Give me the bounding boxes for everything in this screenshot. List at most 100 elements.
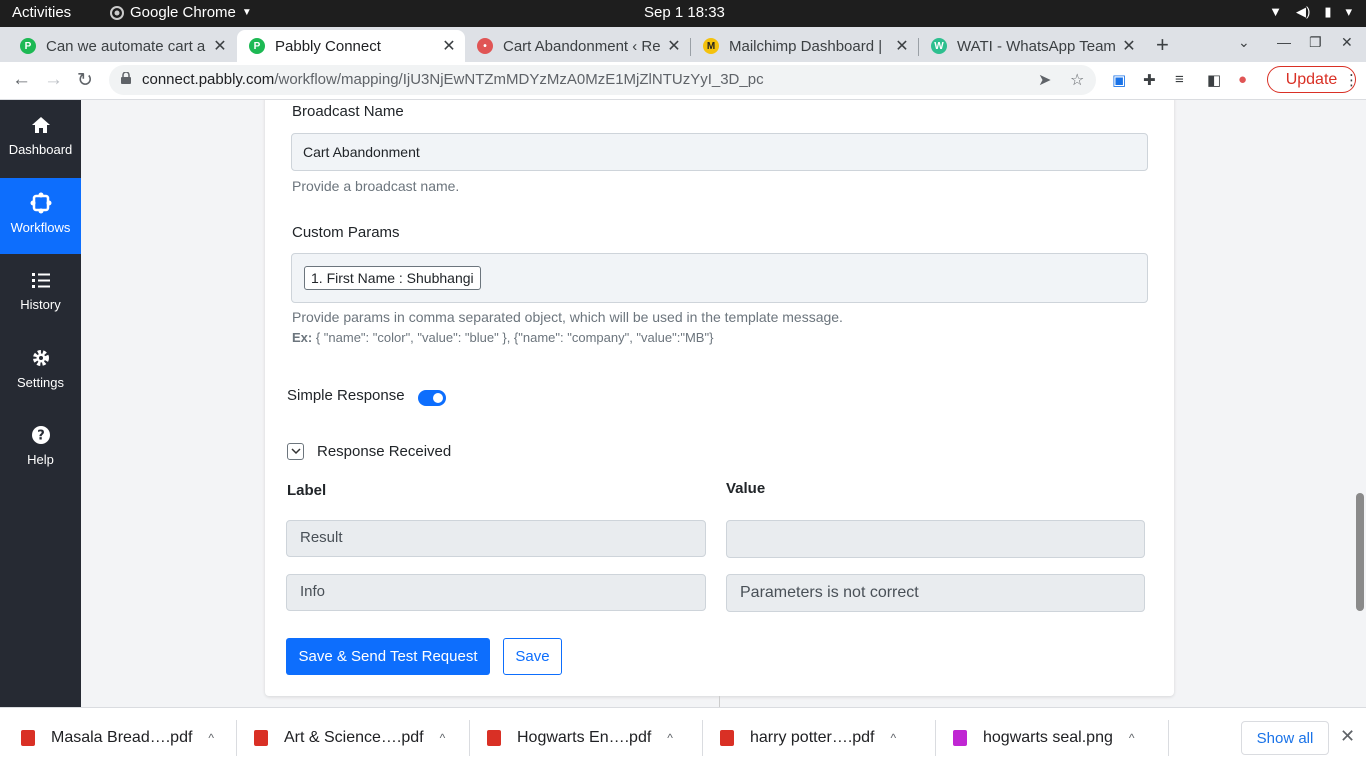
image-file-icon	[953, 730, 967, 746]
extensions-puzzle-icon[interactable]: ✚	[1143, 71, 1156, 89]
response-received-label: Response Received	[317, 443, 452, 460]
update-label: Update	[1285, 70, 1338, 88]
response-label-field[interactable]: Info	[286, 574, 706, 611]
chrome-icon	[110, 5, 124, 20]
system-tray[interactable]: ▼ ◀) ▮ ▾	[1269, 4, 1352, 20]
chevron-up-icon[interactable]: ^	[891, 731, 897, 745]
download-item[interactable]: Masala Bread….pdf ^	[21, 708, 231, 768]
close-icon[interactable]: ✕	[892, 36, 912, 56]
app-menu[interactable]: Google Chrome ▼	[110, 4, 252, 21]
save-button[interactable]: Save	[503, 638, 562, 675]
sidebar-item-dashboard[interactable]: Dashboard	[0, 100, 81, 176]
response-label-field[interactable]: Result	[286, 520, 706, 557]
sidebar-item-label: Settings	[17, 375, 64, 390]
chevron-up-icon[interactable]: ^	[440, 731, 446, 745]
download-filename: Art & Science….pdf	[284, 729, 424, 746]
response-label-text: Result	[300, 529, 343, 546]
send-tab-icon[interactable]: ➤	[1038, 70, 1051, 90]
sidebar-item-label: History	[20, 297, 61, 312]
sidebar-item-history[interactable]: History	[0, 255, 81, 331]
pdf-file-icon	[720, 730, 734, 746]
tab-title: WATI - WhatsApp Team	[957, 37, 1116, 55]
download-separator	[702, 720, 703, 756]
download-filename: harry potter….pdf	[750, 729, 875, 746]
chevron-up-icon[interactable]: ^	[667, 731, 673, 745]
extension-translate-icon[interactable]: ▣	[1112, 71, 1126, 89]
lock-icon	[121, 72, 131, 84]
back-arrow-icon[interactable]: ←	[12, 69, 31, 91]
more-menu-icon[interactable]: ⋮	[1344, 71, 1359, 89]
tab-4[interactable]: W WATI - WhatsApp Team ✕	[919, 30, 1145, 62]
chevron-up-icon[interactable]: ^	[1129, 731, 1135, 745]
close-icon[interactable]: ✕	[1119, 36, 1139, 56]
param-tag[interactable]: 1. First Name : Shubhangi	[304, 266, 481, 290]
clock[interactable]: Sep 1 18:33	[644, 4, 725, 21]
tab-0[interactable]: P Can we automate cart a ✕	[8, 30, 236, 62]
custom-params-help: Provide params in comma separated object…	[292, 309, 843, 325]
chevron-down-icon	[290, 448, 301, 455]
response-value-field[interactable]: Parameters is not correct	[726, 574, 1145, 612]
maximize-icon[interactable]: ❐	[1309, 34, 1322, 51]
toggle-knob	[433, 393, 443, 403]
url-path: /workflow/mapping/IjU3NjEwNTZmMDYzMzA0Mz…	[274, 71, 764, 88]
pdf-file-icon	[254, 730, 268, 746]
label-column-header: Label	[287, 482, 327, 499]
profile-avatar-icon[interactable]: ●	[1238, 71, 1247, 88]
tab-2[interactable]: • Cart Abandonment ‹ Re ✕	[465, 30, 690, 62]
update-button[interactable]: Update	[1267, 66, 1356, 93]
tab-1[interactable]: P Pabbly Connect ✕	[237, 30, 465, 62]
download-item[interactable]: Art & Science….pdf ^	[254, 708, 464, 768]
example-text: { "name": "color", "value": "blue" }, {"…	[312, 330, 714, 345]
chevron-up-icon[interactable]: ^	[208, 731, 214, 745]
custom-params-input[interactable]: 1. First Name : Shubhangi	[291, 253, 1148, 303]
tab-3[interactable]: M Mailchimp Dashboard | ✕	[691, 30, 918, 62]
download-filename: Masala Bread….pdf	[51, 729, 193, 746]
main-content: Broadcast Name Cart Abandonment Provide …	[81, 100, 1366, 707]
forward-arrow-icon[interactable]: →	[44, 69, 63, 91]
app-name: Google Chrome	[130, 4, 236, 21]
value-column-header: Value	[726, 480, 766, 497]
sidebar-item-workflows[interactable]: Workflows	[0, 178, 81, 254]
chevron-down-icon: ▾	[1345, 4, 1352, 19]
page-scrollbar[interactable]	[1356, 493, 1364, 611]
address-bar[interactable]: connect.pabbly.com/workflow/mapping/IjU3…	[109, 65, 1096, 95]
minimize-icon[interactable]: —	[1277, 34, 1291, 50]
response-value-field[interactable]	[726, 520, 1145, 558]
bookmark-star-icon[interactable]: ☆	[1070, 70, 1084, 90]
side-panel-icon[interactable]: ◧	[1207, 71, 1221, 89]
save-and-send-test-button[interactable]: Save & Send Test Request	[286, 638, 490, 675]
pabbly-favicon-icon: P	[249, 38, 265, 54]
simple-response-label: Simple Response	[287, 387, 405, 404]
window-close-icon[interactable]: ✕	[1341, 34, 1353, 51]
close-icon[interactable]: ✕	[439, 36, 459, 56]
show-all-downloads-button[interactable]: Show all	[1241, 721, 1329, 755]
sidebar-item-label: Help	[27, 452, 54, 467]
new-tab-plus-icon[interactable]: +	[1156, 32, 1169, 58]
response-collapse-toggle[interactable]	[287, 443, 304, 460]
close-icon[interactable]: ✕	[664, 36, 684, 56]
download-item[interactable]: hogwarts seal.png ^	[953, 708, 1163, 768]
download-item[interactable]: Hogwarts En….pdf ^	[487, 708, 697, 768]
broadcast-name-value: Cart Abandonment	[303, 144, 420, 160]
sidebar-item-settings[interactable]: Settings	[0, 333, 81, 409]
sidebar-item-help[interactable]: ? Help	[0, 410, 81, 486]
activities-button[interactable]: Activities	[12, 4, 71, 21]
download-item[interactable]: harry potter….pdf ^	[720, 708, 930, 768]
close-icon[interactable]: ✕	[1340, 726, 1355, 747]
media-queue-icon[interactable]: ≡	[1175, 71, 1184, 88]
wifi-icon: ▼	[1269, 4, 1282, 19]
broadcast-name-label: Broadcast Name	[292, 103, 404, 120]
close-icon[interactable]: ✕	[210, 36, 230, 56]
url-text: connect.pabbly.com/workflow/mapping/IjU3…	[142, 71, 764, 88]
simple-response-toggle[interactable]	[418, 390, 446, 406]
caret-down-icon: ▼	[241, 7, 252, 18]
tab-title: Can we automate cart a	[46, 37, 206, 55]
tab-search-chevron-icon[interactable]: ⌄	[1238, 34, 1250, 51]
download-separator	[935, 720, 936, 756]
pdf-file-icon	[21, 730, 35, 746]
broadcast-name-input[interactable]: Cart Abandonment	[291, 133, 1148, 171]
custom-params-label: Custom Params	[292, 224, 400, 241]
reload-icon[interactable]: ↻	[77, 69, 93, 92]
broadcast-name-help: Provide a broadcast name.	[292, 178, 460, 194]
custom-params-example: Ex: { "name": "color", "value": "blue" }…	[292, 330, 713, 345]
